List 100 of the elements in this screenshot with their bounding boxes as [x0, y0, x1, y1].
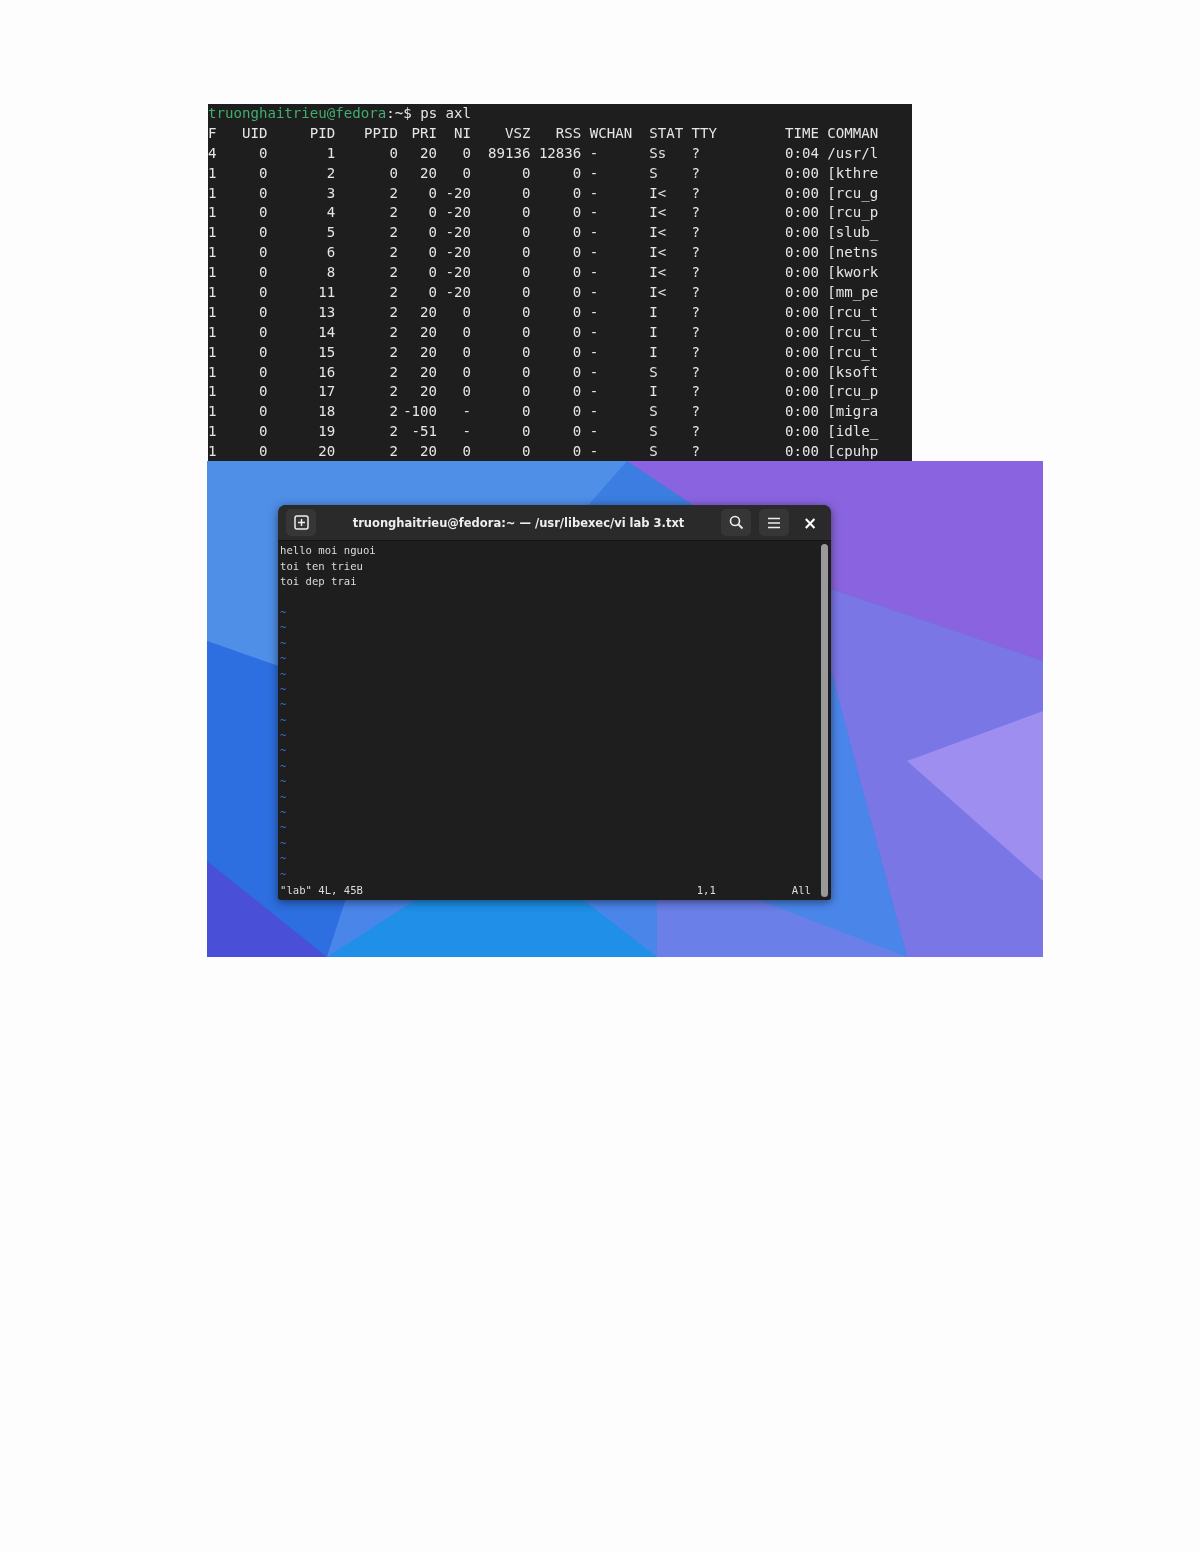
table-cell-text: 0 — [521, 382, 531, 402]
table-cell-text: 0 — [258, 203, 268, 223]
table-cell: S — [649, 442, 658, 461]
table-cell-text: 0 — [258, 402, 268, 422]
table-cell-text: 2 — [389, 263, 399, 283]
table-cell-text: 0 — [572, 203, 582, 223]
table-cell-text: [migra — [827, 402, 879, 422]
table-cell-text: 1 — [208, 203, 217, 223]
table-cell-text: ? — [691, 302, 701, 322]
menu-button[interactable] — [759, 509, 789, 537]
table-cell-text: 0 — [572, 163, 582, 183]
column-header: NI — [454, 123, 471, 143]
table-cell-text: I — [649, 322, 658, 342]
table-cell: 1 — [208, 442, 217, 461]
tilde-marker: ~ — [280, 851, 288, 867]
table-cell: [rcu_t — [827, 322, 879, 343]
prompt-line: truonghaitrieu@fedora:~$ ps axl — [208, 104, 473, 123]
table-cell-text: - — [462, 422, 471, 442]
table-cell: 0 — [258, 442, 268, 461]
table-cell-text: 16 — [318, 362, 336, 382]
table-cell-text: 0 — [462, 362, 471, 382]
table-cell-text: - — [589, 183, 599, 203]
table-cell-text: 8 — [326, 263, 336, 283]
column-header: TIME — [784, 123, 819, 143]
plus-square-icon — [293, 515, 309, 531]
table-cell-text: - — [462, 402, 471, 422]
table-cell-text: 0 — [521, 402, 531, 422]
table-cell-text: -100 — [403, 402, 438, 422]
column-header: TTY — [691, 123, 718, 143]
table-cell-text: 1 — [208, 223, 217, 243]
table-cell: [rcu_t — [827, 342, 879, 363]
table-cell-text: 0 — [521, 362, 531, 382]
table-cell: - — [589, 442, 599, 461]
table-cell-text: - — [589, 322, 599, 342]
cursor-position: 1,1 — [696, 883, 716, 898]
tilde-marker: ~ — [280, 805, 288, 821]
table-cell-text: ? — [691, 263, 701, 283]
table-cell-text: I< — [649, 183, 667, 203]
text-line: hello moi nguoi — [280, 543, 377, 559]
table-cell-text: -20 — [445, 243, 471, 263]
table-cell-text: ? — [691, 183, 701, 203]
table-cell-text: 0 — [462, 382, 471, 402]
table-cell-text: I — [649, 382, 658, 402]
table-cell-text: - — [589, 302, 599, 322]
text-line: toi ten trieu — [280, 558, 364, 574]
table-cell-text: 0 — [428, 183, 438, 203]
table-cell-text: - — [589, 243, 599, 263]
table-cell-text: 1 — [208, 322, 217, 342]
table-cell-text: 0 — [428, 203, 438, 223]
table-cell-text: [idle_ — [827, 422, 879, 442]
table-cell-text: 1 — [208, 382, 217, 402]
table-cell-text: 4 — [208, 143, 217, 163]
table-cell-text: - — [589, 283, 599, 302]
new-tab-button[interactable] — [286, 509, 316, 537]
table-cell-text: 0 — [521, 283, 531, 302]
search-button[interactable] — [721, 509, 751, 537]
table-cell-text: 0 — [521, 422, 531, 442]
table-cell-text: 0:00 — [784, 382, 819, 402]
table-cell-text: 20 — [420, 302, 438, 322]
table-cell-text: - — [589, 163, 599, 183]
tilde-marker: ~ — [280, 651, 288, 667]
close-button[interactable]: × — [797, 509, 823, 536]
table-cell-text: ? — [691, 203, 701, 223]
table-cell-text: 15 — [318, 342, 336, 362]
table-cell: 0:00 — [784, 442, 819, 461]
table-cell-text: -20 — [445, 203, 471, 223]
table-cell-text: 0 — [428, 243, 438, 263]
table-cell-text: 0:00 — [784, 422, 819, 442]
tilde-marker: ~ — [280, 728, 288, 744]
table-cell: 2 — [389, 442, 399, 461]
table-cell-text: ? — [691, 283, 701, 302]
table-cell-text: 12836 — [538, 143, 582, 163]
table-cell-text: 0 — [258, 263, 268, 283]
table-cell-text: 0 — [521, 322, 531, 342]
table-cell-text: 0 — [258, 302, 268, 322]
text-line: toi dep trai — [280, 574, 358, 590]
table-cell-text: 89136 — [487, 143, 531, 163]
table-cell-text: 0 — [258, 382, 268, 402]
menu-icon — [767, 516, 781, 529]
table-cell-text: -20 — [445, 263, 471, 283]
table-cell-text: 1 — [208, 422, 217, 442]
table-cell-text: 0 — [572, 342, 582, 362]
table-cell-text: 0 — [258, 243, 268, 263]
table-cell-text: -20 — [445, 223, 471, 243]
scroll-position: All — [791, 883, 811, 898]
table-cell-text: 0 — [572, 422, 582, 442]
table-cell-text: 0:00 — [784, 203, 819, 223]
table-cell-text: 0 — [521, 223, 531, 243]
table-cell-text: 0 — [258, 422, 268, 442]
table-cell-text: - — [589, 263, 599, 283]
table-cell-text: 0 — [428, 283, 438, 302]
table-cell-text: 1 — [208, 342, 217, 362]
table-cell-text: 0 — [428, 263, 438, 283]
scrollbar[interactable] — [821, 544, 828, 897]
table-cell-text: 11 — [318, 283, 336, 302]
column-header: PRI — [411, 123, 438, 143]
table-cell-text: - — [589, 422, 599, 442]
table-cell-text: 1 — [208, 362, 217, 382]
column-header: PID — [309, 123, 336, 143]
table-cell-text: - — [589, 362, 599, 382]
